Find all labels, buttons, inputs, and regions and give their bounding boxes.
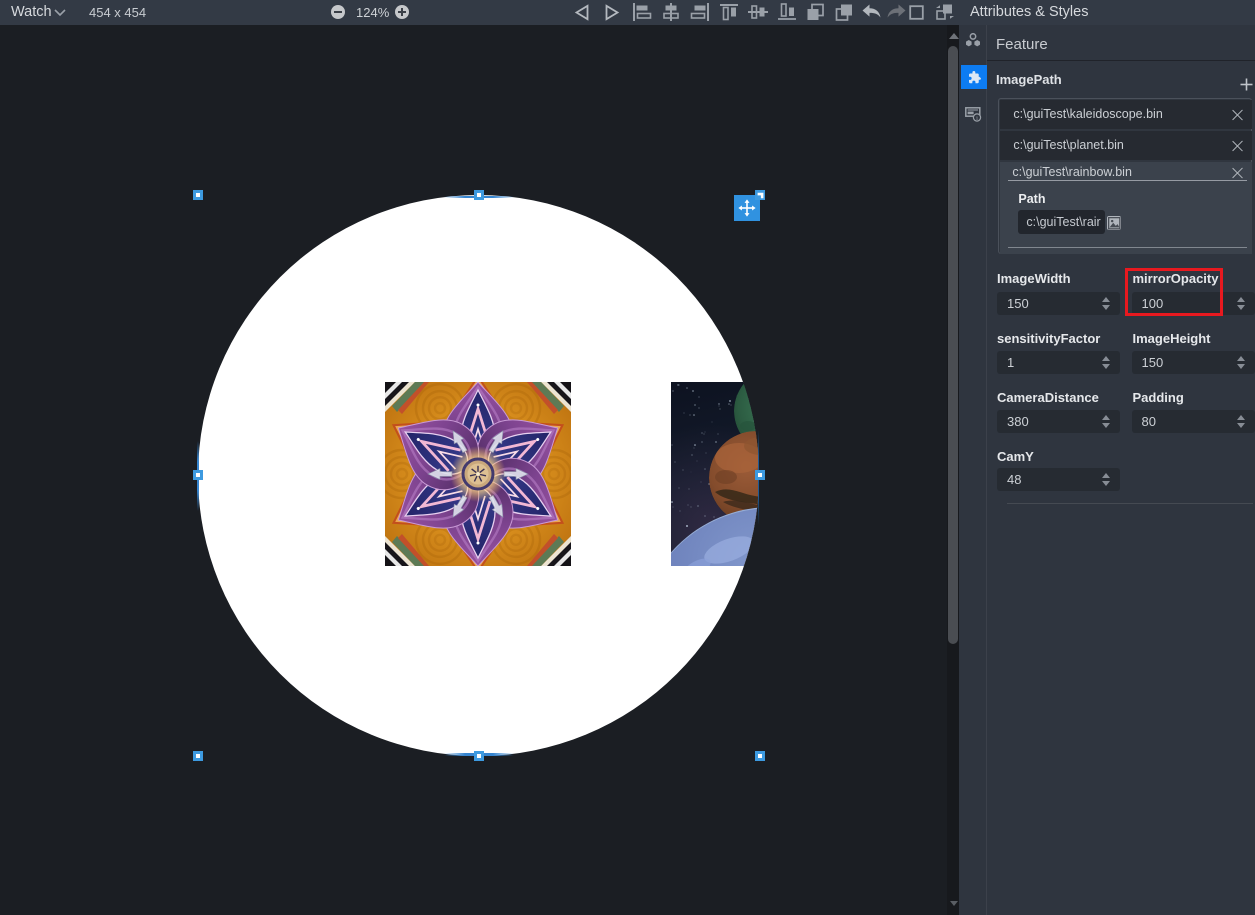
svg-text:i: i bbox=[976, 115, 978, 122]
